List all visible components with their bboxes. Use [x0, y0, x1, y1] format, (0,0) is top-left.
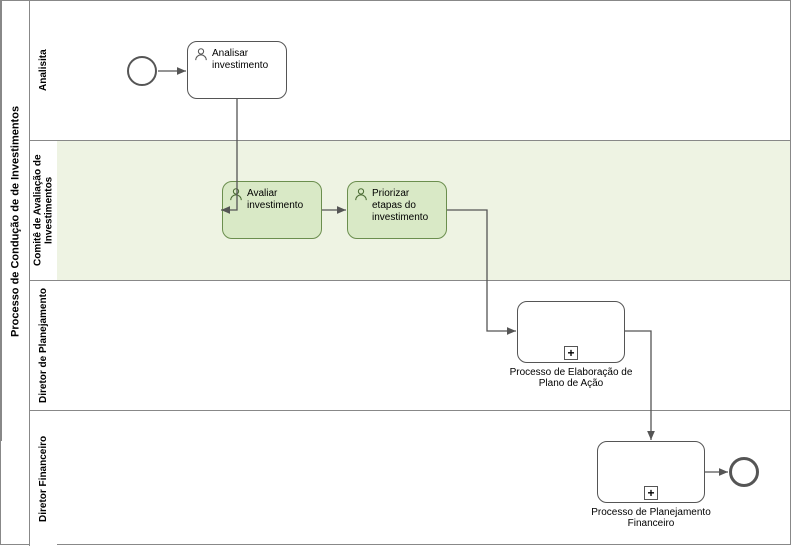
lane-comite: Comitê de Avaliação de Investimentos Ava…: [29, 141, 790, 281]
start-event: [127, 56, 157, 86]
task-label: Analisar investimento: [212, 48, 280, 72]
lane-label-comite: Comitê de Avaliação de Investimentos: [29, 141, 57, 280]
subprocess-planejamento-financeiro: +: [597, 441, 705, 503]
lane-content: + Processo de Planejamento Financeiro: [57, 411, 790, 546]
task-analisar-investimento: Analisar investimento: [187, 41, 287, 99]
task-avaliar-investimento: Avaliar investimento: [222, 181, 322, 239]
lane-label-analista: Analisita: [29, 1, 57, 140]
subprocess-plano-acao: +: [517, 301, 625, 363]
expand-marker-icon: +: [644, 486, 658, 500]
end-event: [729, 457, 759, 487]
lane-label-diretor-planejamento: Diretor de Planejamento: [29, 281, 57, 410]
lane-analista: Analisita Analisar investimento: [29, 1, 790, 141]
pool-label: Processo de Condução de de Investimentos: [1, 1, 29, 441]
lane-label-diretor-financeiro: Diretor Financeiro: [29, 411, 57, 546]
user-icon: [354, 187, 368, 201]
bpmn-diagram: Processo de Condução de de Investimentos…: [0, 0, 791, 545]
subprocess-label-planejamento-financeiro: Processo de Planejamento Financeiro: [581, 507, 721, 529]
task-label: Priorizar etapas do investimento: [372, 188, 440, 224]
lane-content: Avaliar investimento Priorizar etapas do…: [57, 141, 790, 280]
subprocess-label-plano-acao: Processo de Elaboração de Plano de Ação: [501, 367, 641, 389]
user-icon: [229, 187, 243, 201]
expand-marker-icon: +: [564, 346, 578, 360]
task-label: Avaliar investimento: [247, 188, 315, 212]
lane-diretor-financeiro: Diretor Financeiro + Processo de Planeja…: [29, 411, 790, 546]
task-priorizar-etapas: Priorizar etapas do investimento: [347, 181, 447, 239]
lane-content: + Processo de Elaboração de Plano de Açã…: [57, 281, 790, 410]
user-icon: [194, 47, 208, 61]
lane-diretor-planejamento: Diretor de Planejamento + Processo de El…: [29, 281, 790, 411]
lane-content: Analisar investimento: [57, 1, 790, 140]
